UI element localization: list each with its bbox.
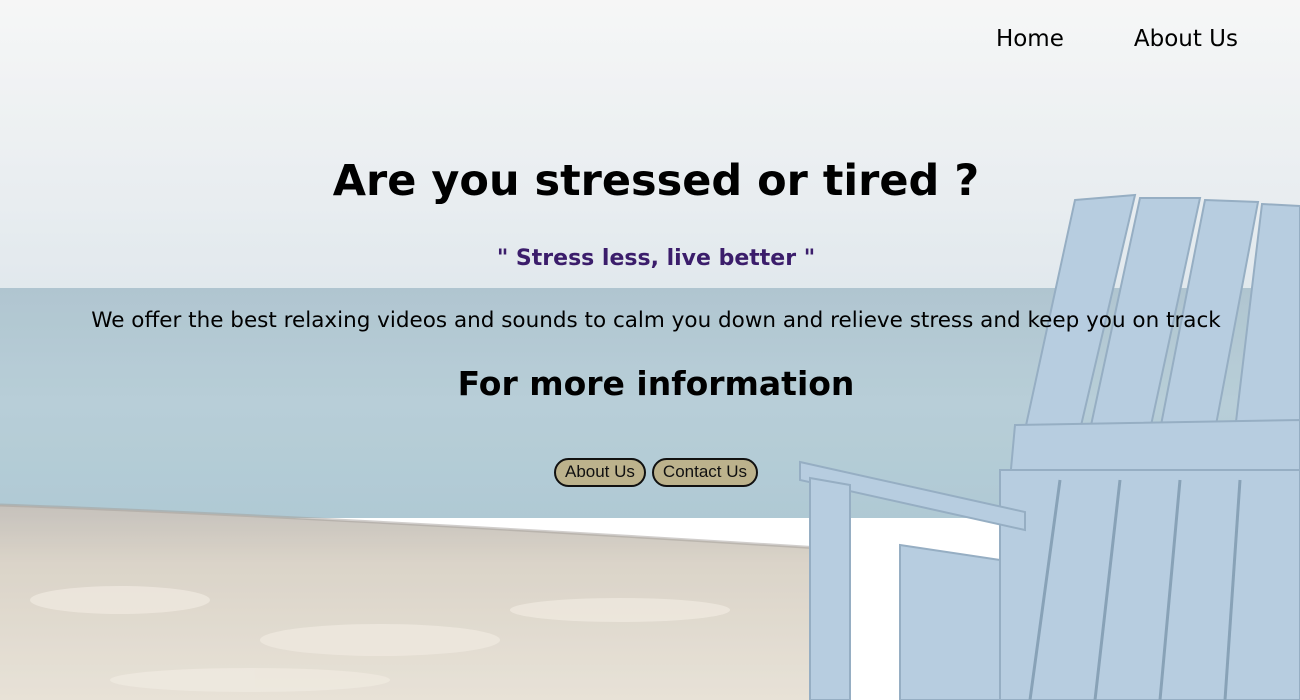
about-us-button[interactable]: About Us	[553, 458, 646, 487]
hero-title: Are you stressed or tired ?	[332, 156, 980, 206]
cta-heading: For more information	[457, 364, 855, 403]
nav-about-us-link[interactable]: About Us	[1134, 26, 1238, 52]
hero-description: We offer the best relaxing videos and so…	[91, 308, 1221, 333]
top-nav: Home About Us	[996, 26, 1238, 52]
contact-us-button[interactable]: Contact Us	[651, 458, 759, 487]
cta-button-group: About Us Contact Us	[0, 458, 1300, 487]
nav-home-link[interactable]: Home	[996, 26, 1064, 52]
hero-quote: " Stress less, live better "	[496, 246, 816, 271]
background-image	[0, 0, 1300, 700]
